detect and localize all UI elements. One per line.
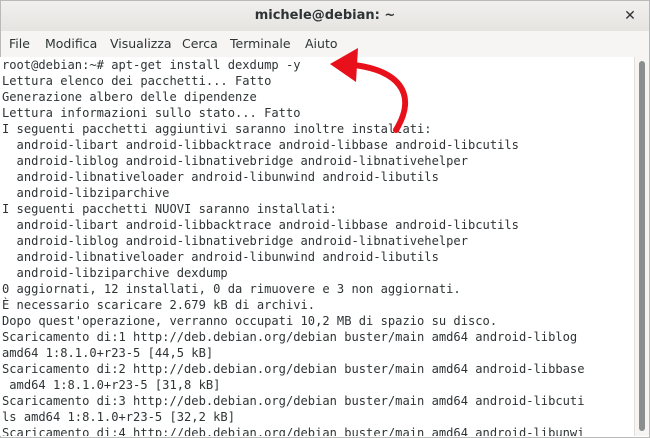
output-line: android-libnativeloader android-libunwin… [2, 170, 439, 184]
output-line: Generazione albero delle dipendenze [2, 90, 257, 104]
title-bar[interactable]: michele@debian: ~ ✕ [1, 1, 649, 31]
menu-cerca[interactable]: Cerca [182, 31, 218, 57]
output-line: È necessario scaricare 2.679 kB di archi… [2, 298, 316, 312]
menu-bar: File Modifica Visualizza Cerca Terminale… [1, 31, 649, 58]
output-line: amd64 1:8.1.0+r23-5 [31,8 kB] [2, 378, 221, 392]
prompt: root@debian:~# [2, 58, 112, 72]
output-line: Lettura informazioni sullo stato... Fatt… [2, 106, 301, 120]
output-line: Scaricamento di:3 http://deb.debian.org/… [2, 394, 585, 408]
terminal-output[interactable]: root@debian:~# apt-get install dexdump -… [0, 57, 634, 436]
output-line: android-libziparchive dexdump [2, 266, 228, 280]
scrollbar-thumb[interactable] [639, 61, 645, 431]
output-line: android-libart android-libbacktrace andr… [2, 218, 519, 232]
close-button[interactable]: ✕ [621, 7, 639, 25]
window-title: michele@debian: ~ [254, 8, 396, 23]
output-line: 0 aggiornati, 12 installati, 0 da rimuov… [2, 282, 461, 296]
output-line: android-liblog android-libnativebridge a… [2, 154, 468, 168]
output-line: android-libnativeloader android-libunwin… [2, 250, 439, 264]
output-line: Scaricamento di:1 http://deb.debian.org/… [2, 330, 578, 344]
command-line: root@debian:~# apt-get install dexdump -… [2, 57, 301, 73]
output-line: I seguenti pacchetti NUOVI saranno insta… [2, 202, 337, 216]
menu-terminale[interactable]: Terminale [230, 31, 291, 57]
output-line: amd64 1:8.1.0+r23-5 [44,5 kB] [2, 346, 214, 360]
output-line: android-libart android-libbacktrace andr… [2, 138, 519, 152]
output-line: android-liblog android-libnativebridge a… [2, 234, 468, 248]
output-line: Scaricamento di:2 http://deb.debian.org/… [2, 362, 585, 376]
output-line: Lettura elenco dei pacchetti... Fatto [2, 74, 272, 88]
menu-visualizza[interactable]: Visualizza [110, 31, 172, 57]
output-line: Scaricamento di:4 http://deb.debian.org/… [2, 426, 585, 436]
command: apt-get install dexdump -y [111, 58, 301, 72]
vertical-scrollbar[interactable] [634, 57, 649, 436]
close-icon: ✕ [624, 8, 636, 24]
menu-aiuto[interactable]: Aiuto [305, 31, 338, 57]
output-line: ls amd64 1:8.1.0+r23-5 [32,2 kB] [2, 410, 235, 424]
menu-modifica[interactable]: Modifica [45, 31, 97, 57]
output-line: Dopo quest'operazione, verranno occupati… [2, 314, 498, 328]
output-line: I seguenti pacchetti aggiuntivi saranno … [2, 122, 432, 136]
output-line: android-libziparchive [2, 186, 170, 200]
menu-file[interactable]: File [9, 31, 30, 57]
